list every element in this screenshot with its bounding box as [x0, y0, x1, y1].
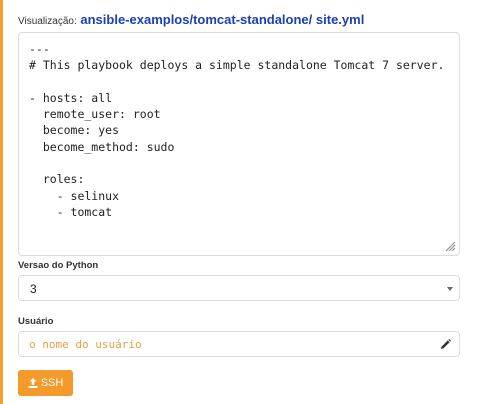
pencil-icon: [441, 339, 451, 349]
user-label: Usuário: [18, 316, 54, 327]
playbook-editor[interactable]: --- # This playbook deploys a simple sta…: [18, 32, 460, 256]
python-version-select[interactable]: 3: [18, 275, 460, 301]
breadcrumb-repo-link[interactable]: ansible-examplos/tomcat-standalone/: [80, 12, 312, 27]
chevron-down-icon: [447, 287, 453, 291]
resize-grip-icon[interactable]: [445, 241, 456, 252]
python-version-label: Versao do Python: [18, 260, 99, 271]
upload-user-icon: [28, 378, 38, 388]
python-version-value: 3: [30, 282, 37, 296]
left-accent-bar: [0, 0, 3, 404]
user-input[interactable]: [19, 332, 429, 356]
breadcrumb: Visualização: ansible-examplos/tomcat-st…: [18, 12, 364, 27]
playbook-content[interactable]: --- # This playbook deploys a simple sta…: [29, 41, 449, 220]
breadcrumb-file-link[interactable]: site.yml: [316, 12, 364, 27]
user-field[interactable]: [18, 331, 460, 357]
breadcrumb-label: Visualização:: [18, 16, 77, 27]
ssh-button-label: SSH: [40, 377, 64, 389]
ssh-button[interactable]: SSH: [18, 370, 73, 396]
